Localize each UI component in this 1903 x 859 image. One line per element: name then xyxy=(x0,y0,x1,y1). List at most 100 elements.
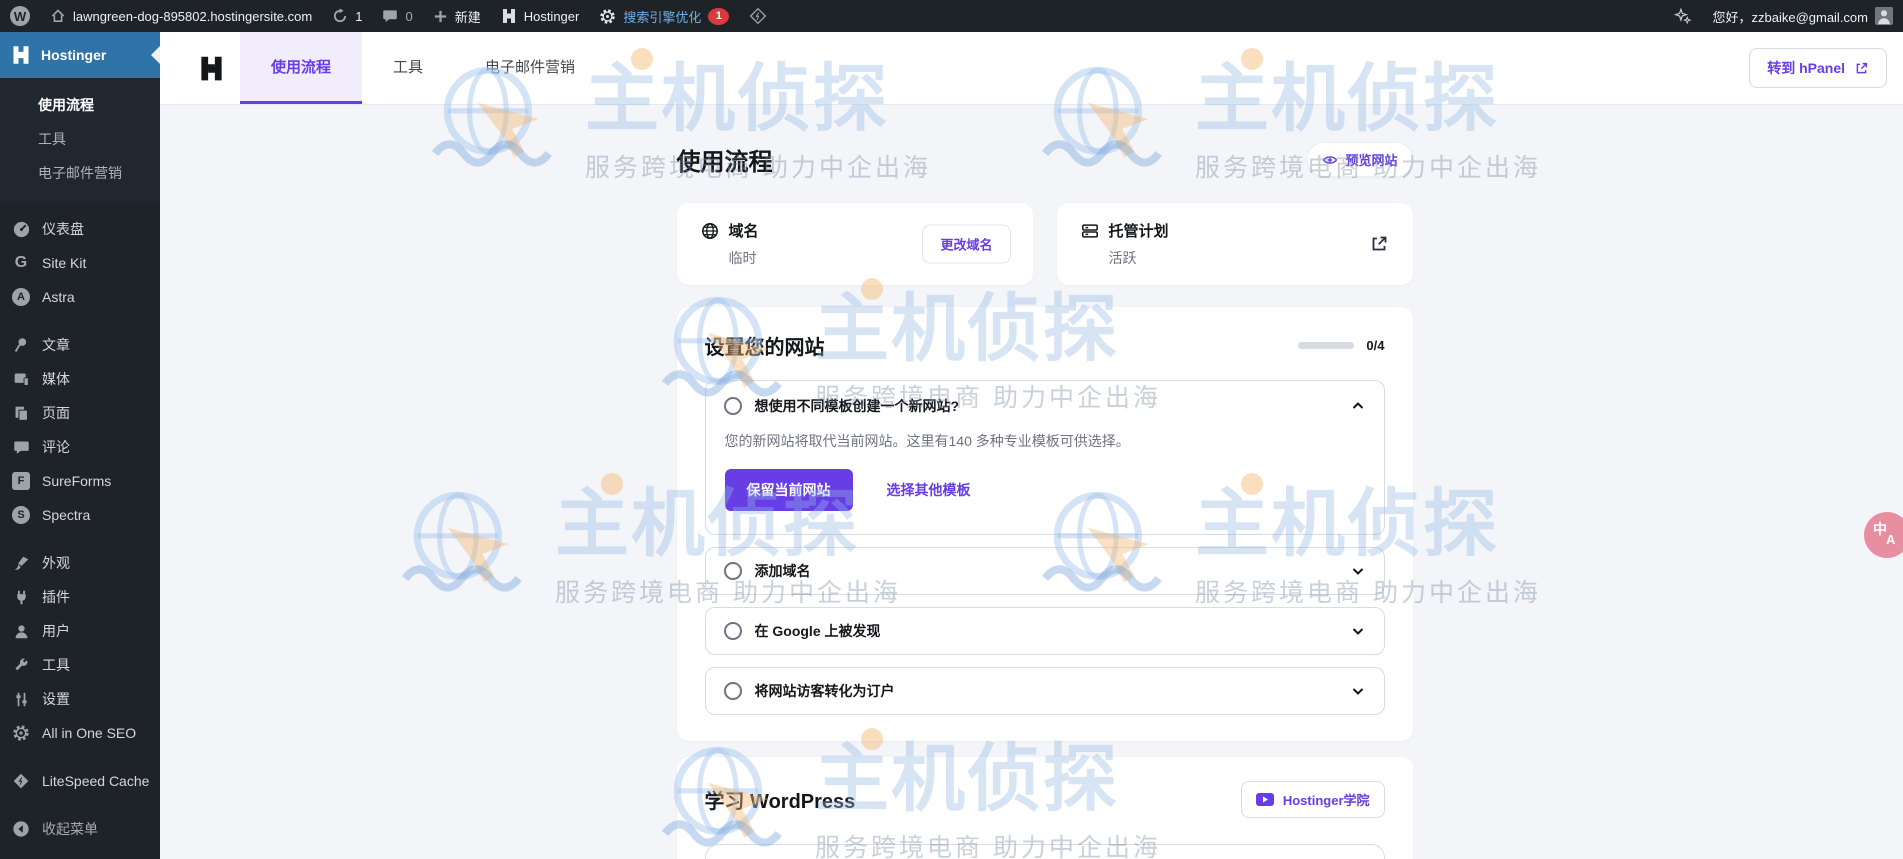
translate-widget[interactable]: 中 A xyxy=(1864,512,1903,558)
chevron-up-icon[interactable] xyxy=(1350,398,1366,414)
sidebar-item-label: SureForms xyxy=(42,473,112,489)
tab-email-marketing[interactable]: 电子邮件营销 xyxy=(454,32,606,104)
plan-card-title: 托管计划 xyxy=(1108,223,1169,240)
sidebar-item-label: 工具 xyxy=(42,657,70,673)
chevron-down-icon[interactable] xyxy=(1350,623,1366,639)
external-link-icon xyxy=(1854,61,1869,76)
status-cards: 域名 临时 更改域名 托管计划 活跃 xyxy=(676,203,1413,285)
sidebar-item-hostinger[interactable]: Hostinger xyxy=(0,32,160,78)
sidebar-item-media[interactable]: 媒体 xyxy=(0,362,160,396)
site-name: lawngreen-dog-895802.hostingersite.com xyxy=(73,8,313,24)
sidebar-item-tools[interactable]: 工具 xyxy=(0,648,160,682)
accordion-header[interactable]: 在 Google 上被发现 xyxy=(723,621,1366,641)
litespeed-admin-bar-item[interactable] xyxy=(739,0,777,32)
sidebar-item-label: Site Kit xyxy=(42,255,87,271)
tab-onboarding[interactable]: 使用流程 xyxy=(240,32,363,104)
keep-current-site-button[interactable]: 保留当前网站 xyxy=(724,469,853,511)
main-area: 使用流程 工具 电子邮件营销 转到 hPanel 使用流程 预览网站 域名 临时… xyxy=(160,32,1903,859)
hostinger-academy-button[interactable]: Hostinger学院 xyxy=(1240,781,1385,818)
aioseo-gear-icon xyxy=(599,8,616,25)
globe-icon xyxy=(701,222,719,240)
hostinger-logo-icon xyxy=(501,8,517,24)
accordion-item-add-domain: 添加域名 xyxy=(704,547,1385,595)
sidebar-item-site-kit[interactable]: G Site Kit xyxy=(0,246,160,280)
hpanel-button-label: 转到 hPanel xyxy=(1767,60,1845,76)
media-icon xyxy=(11,371,31,388)
hostinger-admin-bar-item[interactable]: Hostinger xyxy=(491,0,590,32)
admin-menu: 仪表盘 G Site Kit A Astra 文章 媒体 页面 评论 F Sur… xyxy=(0,212,160,846)
accordion-header[interactable]: 将网站访客转化为订户 xyxy=(723,681,1366,701)
accordion-title: 添加域名 xyxy=(754,563,811,579)
assistant-menu[interactable] xyxy=(1663,0,1702,32)
chevron-down-icon[interactable] xyxy=(1350,563,1366,579)
submenu-item-tools[interactable]: 工具 xyxy=(0,122,160,156)
sidebar-item-label: 插件 xyxy=(42,589,70,605)
sidebar-item-users[interactable]: 用户 xyxy=(0,614,160,648)
new-content-menu[interactable]: 新建 xyxy=(423,0,491,32)
sidebar-item-settings[interactable]: 设置 xyxy=(0,682,160,716)
progress-bar xyxy=(1298,342,1355,349)
sidebar-item-dashboard[interactable]: 仪表盘 xyxy=(0,212,160,246)
tab-tools[interactable]: 工具 xyxy=(362,32,454,104)
learn-wordpress-section: 学习 WordPress Hostinger学院 xyxy=(676,757,1413,859)
sidebar-item-spectra[interactable]: S Spectra xyxy=(0,498,160,532)
video-list-placeholder xyxy=(704,844,1385,859)
sidebar-item-posts[interactable]: 文章 xyxy=(0,328,160,362)
sidebar-item-label: Spectra xyxy=(42,507,91,523)
user-account-menu[interactable]: 您好，zzbaike@gmail.com xyxy=(1702,0,1903,32)
hostinger-logo-icon xyxy=(11,45,31,65)
submenu-item-onboarding[interactable]: 使用流程 xyxy=(0,88,160,122)
sidebar-item-label: 设置 xyxy=(42,691,70,707)
chevron-down-icon[interactable] xyxy=(1350,683,1366,699)
sidebar-item-sureforms[interactable]: F SureForms xyxy=(0,464,160,498)
admin-bar: W lawngreen-dog-895802.hostingersite.com… xyxy=(0,0,1903,32)
change-domain-button[interactable]: 更改域名 xyxy=(922,224,1011,264)
accordion-item-new-template: 想使用不同模板创建一个新网站? 您的新网站将取代当前网站。这里有140 多种专业… xyxy=(704,380,1385,535)
radio-circle-icon[interactable] xyxy=(723,622,742,640)
aioseo-gear-icon xyxy=(11,724,31,742)
admin-sidebar: Hostinger 使用流程 工具 电子邮件营销 仪表盘 G Site Kit … xyxy=(0,32,160,859)
admin-bar-left: W lawngreen-dog-895802.hostingersite.com… xyxy=(0,0,777,32)
preview-site-button[interactable]: 预览网站 xyxy=(1307,142,1413,177)
menu-separator xyxy=(0,314,160,328)
sidebar-item-appearance[interactable]: 外观 xyxy=(0,546,160,580)
user-icon xyxy=(11,623,31,640)
preview-button-label: 预览网站 xyxy=(1345,153,1398,168)
seo-admin-bar-item[interactable]: 搜索引擎优化 1 xyxy=(589,0,739,32)
current-menu-arrow xyxy=(151,46,160,64)
seo-notification-badge: 1 xyxy=(708,7,730,25)
sidebar-item-astra[interactable]: A Astra xyxy=(0,280,160,314)
choose-other-template-link[interactable]: 选择其他模板 xyxy=(887,480,971,500)
sidebar-item-pages[interactable]: 页面 xyxy=(0,396,160,430)
go-to-hpanel-button[interactable]: 转到 hPanel xyxy=(1749,48,1887,88)
sidebar-item-label: LiteSpeed Cache xyxy=(42,773,150,789)
accordion-header[interactable]: 添加域名 xyxy=(723,561,1366,581)
sidebar-item-comments[interactable]: 评论 xyxy=(0,430,160,464)
site-name-link[interactable]: lawngreen-dog-895802.hostingersite.com xyxy=(40,0,322,32)
domain-card: 域名 临时 更改域名 xyxy=(676,203,1033,285)
sidebar-item-label: All in One SEO xyxy=(42,725,137,741)
accordion-header[interactable]: 想使用不同模板创建一个新网站? xyxy=(723,396,1366,416)
collapse-arrow-icon xyxy=(11,820,31,838)
setup-progress: 0/4 xyxy=(1298,338,1385,353)
wordpress-menu[interactable]: W xyxy=(0,0,40,32)
sidebar-item-litespeed[interactable]: LiteSpeed Cache xyxy=(0,764,160,798)
accordion-title: 将网站访客转化为订户 xyxy=(754,683,895,699)
comments-link[interactable]: 0 xyxy=(372,0,422,32)
external-link-icon[interactable] xyxy=(1369,234,1389,254)
menu-separator xyxy=(0,798,160,812)
sidebar-item-aioseo[interactable]: All in One SEO xyxy=(0,716,160,750)
sidebar-item-plugins[interactable]: 插件 xyxy=(0,580,160,614)
sidebar-item-label: 收起菜单 xyxy=(42,821,98,837)
updates-link[interactable]: 1 xyxy=(322,0,372,32)
avatar xyxy=(1875,7,1893,25)
sidebar-item-collapse-menu[interactable]: 收起菜单 xyxy=(0,812,160,846)
radio-circle-icon[interactable] xyxy=(723,562,742,580)
submenu-item-email-marketing[interactable]: 电子邮件营销 xyxy=(0,156,160,190)
radio-circle-icon[interactable] xyxy=(723,682,742,700)
youtube-icon xyxy=(1255,793,1274,806)
admin-bar-right: 您好，zzbaike@gmail.com xyxy=(1663,0,1903,32)
radio-circle-icon[interactable] xyxy=(723,397,742,415)
hostinger-admin-bar-label: Hostinger xyxy=(523,8,580,24)
plus-icon xyxy=(433,9,448,24)
